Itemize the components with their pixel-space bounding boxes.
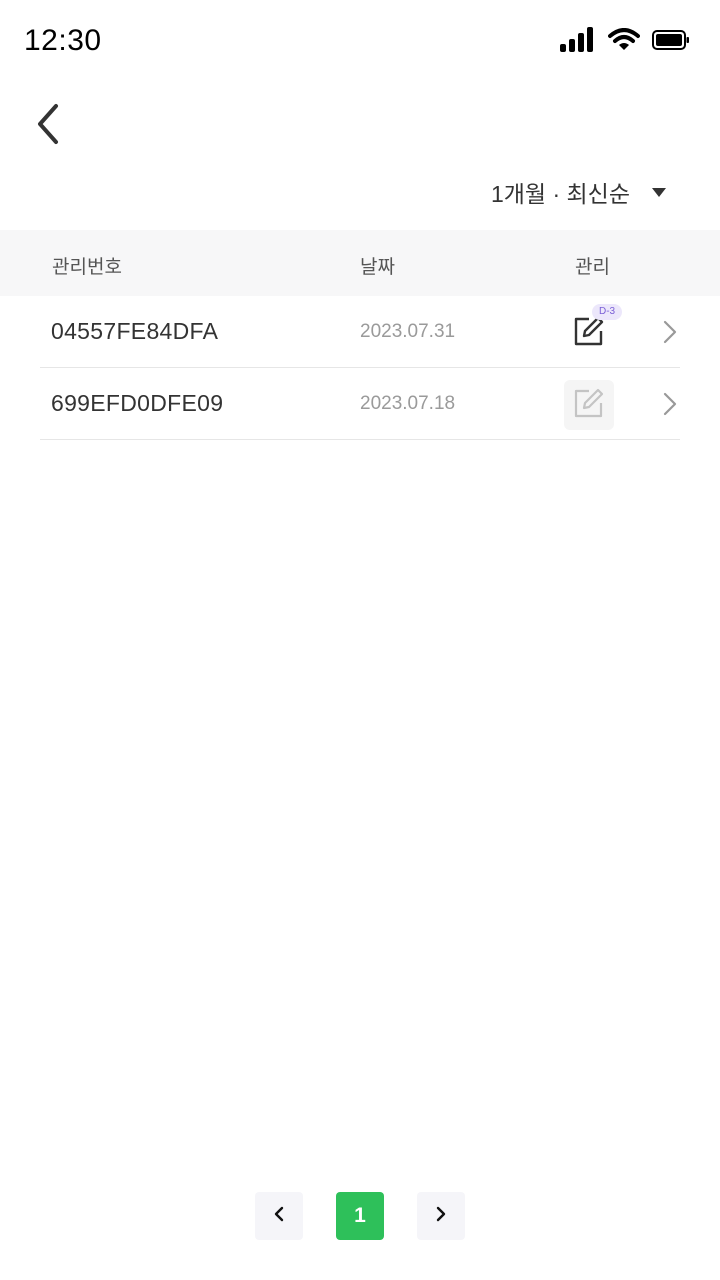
signal-icon: [560, 26, 596, 58]
chevron-right-icon: [436, 1206, 446, 1227]
edit-icon: [572, 386, 606, 425]
row-id: 699EFD0DFE09: [51, 390, 224, 416]
table-row[interactable]: 04557FE84DFA 2023.07.31 D-3: [40, 296, 680, 368]
dropdown-arrow-icon: [652, 187, 666, 197]
chevron-right-icon: [660, 390, 680, 418]
back-button[interactable]: [22, 100, 74, 152]
status-bar: 12:30: [0, 0, 720, 84]
row-date: 2023.07.31: [360, 321, 456, 342]
column-header-date: 날짜: [360, 257, 395, 278]
wifi-icon: [608, 27, 640, 57]
back-arrow-icon: [34, 102, 62, 151]
table-row[interactable]: 699EFD0DFE09 2023.07.18: [40, 368, 680, 440]
d-day-badge: D-3: [592, 304, 623, 320]
page-button-current[interactable]: 1: [336, 1192, 384, 1240]
table-header: 관리번호 날짜 관리: [0, 230, 720, 296]
status-icons: [560, 26, 690, 58]
chevron-right-icon: [660, 318, 680, 346]
battery-icon: [652, 29, 690, 56]
chevron-left-icon: [274, 1206, 284, 1227]
row-date: 2023.07.18: [360, 393, 456, 414]
prev-page-button[interactable]: [255, 1192, 303, 1240]
screen: 12:30 1개월 · 최신순 관리번호 날짜 관리 04557FE84DFA …: [0, 0, 720, 1280]
edit-button-disabled[interactable]: [564, 380, 614, 430]
row-id: 04557FE84DFA: [51, 318, 219, 344]
sort-filter-label: 1개월 · 최신순: [490, 181, 630, 207]
next-page-button[interactable]: [417, 1192, 465, 1240]
pagination: 1: [255, 1192, 465, 1240]
column-header-id: 관리번호: [52, 257, 122, 278]
column-header-manage: 관리: [575, 257, 610, 278]
sort-filter-dropdown[interactable]: 1개월 · 최신순: [491, 174, 666, 210]
status-time: 12:30: [24, 24, 102, 57]
